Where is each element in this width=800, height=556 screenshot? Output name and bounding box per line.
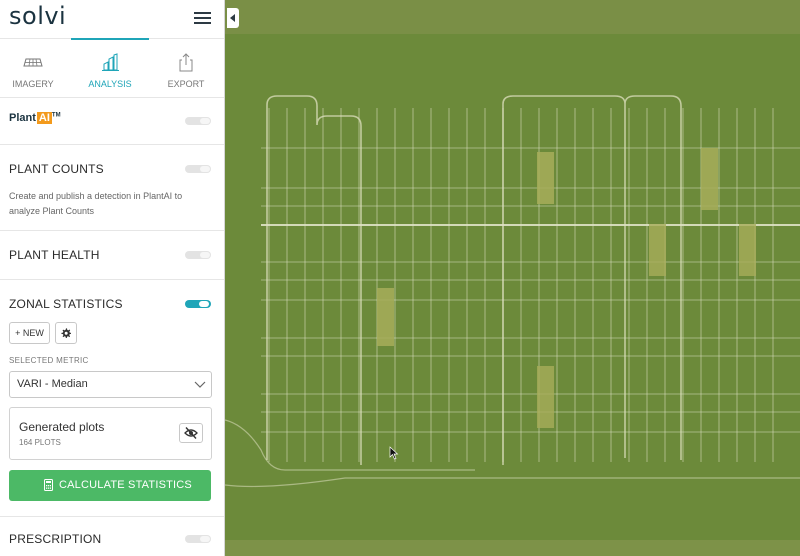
tab-analysis[interactable]: ANALYSIS: [71, 38, 149, 97]
plant-health-section: PLANT HEALTH: [0, 231, 224, 280]
highlighted-plot: [537, 152, 554, 204]
prescription-section: PRESCRIPTION: [0, 517, 224, 556]
metric-select-value: VARI - Median: [17, 378, 88, 390]
field-edge-bottom: [225, 540, 800, 556]
calculate-statistics-label: CALCULATE STATISTICS: [59, 479, 192, 491]
analysis-icon: [102, 53, 119, 71]
export-icon: [179, 53, 193, 72]
toggle-visibility-button[interactable]: [179, 423, 203, 443]
gear-icon: [61, 328, 71, 338]
highlighted-plot: [377, 288, 394, 346]
plantai-section: Plant AI TM: [0, 98, 224, 145]
prescription-toggle[interactable]: [185, 535, 211, 543]
imagery-icon: [23, 58, 43, 67]
chevron-down-icon: [194, 381, 206, 388]
eye-off-icon: [184, 427, 198, 439]
mouse-cursor-icon: [389, 446, 399, 460]
zonal-statistics-title: ZONAL STATISTICS: [9, 297, 123, 311]
zonal-statistics-toggle[interactable]: [185, 300, 211, 308]
highlighted-plot: [649, 224, 666, 276]
plant-counts-title: PLANT COUNTS: [9, 162, 104, 176]
calculate-statistics-button[interactable]: CALCULATE STATISTICS: [9, 470, 211, 501]
sidebar: solvi IMAGERY ANALYSIS EXPORT Plant AI T…: [0, 0, 225, 556]
tab-imagery[interactable]: IMAGERY: [0, 39, 70, 97]
highlighted-plot: [701, 148, 718, 210]
prescription-title: PRESCRIPTION: [9, 532, 102, 546]
plant-counts-toggle[interactable]: [185, 165, 211, 173]
plant-health-title: PLANT HEALTH: [9, 248, 100, 262]
plant-counts-section: PLANT COUNTS Create and publish a detect…: [0, 145, 224, 231]
metric-select[interactable]: VARI - Median: [9, 371, 212, 398]
tab-bar: IMAGERY ANALYSIS EXPORT: [0, 38, 224, 98]
tab-export[interactable]: EXPORT: [149, 39, 223, 97]
field-orthomosaic[interactable]: [225, 0, 800, 556]
generated-plots-card: Generated plots 164 PLOTS: [9, 407, 212, 460]
calculator-icon: [44, 479, 53, 491]
collapse-sidebar-button[interactable]: [227, 8, 239, 28]
tab-export-label: EXPORT: [167, 79, 205, 89]
highlighted-plot: [739, 224, 756, 276]
plant-counts-description: Create and publish a detection in PlantA…: [9, 191, 183, 216]
settings-button[interactable]: [55, 322, 77, 344]
selected-metric-label: SELECTED METRIC: [9, 356, 89, 365]
plantai-toggle[interactable]: [185, 117, 211, 125]
plots-count: 164 PLOTS: [19, 438, 61, 447]
plantai-logo: Plant AI TM: [9, 112, 61, 124]
field-edge: [225, 0, 800, 34]
solvi-logo[interactable]: solvi: [9, 2, 66, 30]
tab-analysis-label: ANALYSIS: [88, 79, 132, 89]
tab-imagery-label: IMAGERY: [12, 79, 54, 89]
plant-health-toggle[interactable]: [185, 251, 211, 259]
map-view[interactable]: [225, 0, 800, 556]
top-bar: solvi: [0, 0, 224, 39]
generated-plots-title: Generated plots: [19, 420, 105, 434]
hamburger-menu-icon[interactable]: [194, 12, 211, 24]
new-zone-button[interactable]: + NEW: [9, 322, 50, 344]
highlighted-plot: [537, 366, 554, 428]
